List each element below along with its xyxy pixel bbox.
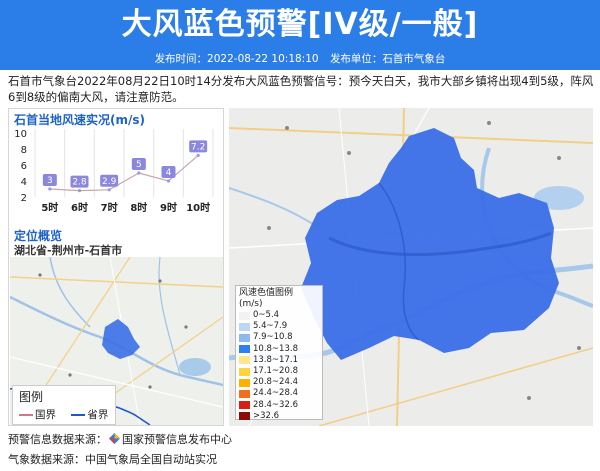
- color-legend-item: 13.8~17.1: [239, 355, 319, 366]
- color-legend-label: 17.1~20.8: [253, 366, 298, 377]
- color-legend-swatch: [239, 378, 250, 387]
- color-legend-swatch: [239, 412, 250, 421]
- color-legend-label: 13.8~17.1: [253, 354, 298, 365]
- location-path: 湖北省-荆州市-石首市: [14, 244, 123, 257]
- color-legend-label: 7.9~10.8: [253, 332, 293, 343]
- color-legend-item: 0~5.4: [239, 310, 319, 321]
- color-legend-item: 20.8~24.4: [239, 377, 319, 388]
- color-legend-label: 10.8~13.8: [253, 343, 298, 354]
- x-tick-label: 9时: [160, 201, 177, 214]
- color-legend-label: 24.4~28.4: [253, 388, 298, 399]
- x-tick-label: 10时: [186, 201, 210, 214]
- data-label: 2.8: [72, 178, 87, 188]
- color-legend-item: 24.4~28.4: [239, 388, 319, 399]
- y-tick-label: 10: [14, 129, 27, 140]
- warning-banner: 大风蓝色预警[IV级/一般] 发布时间：2022-08-22 10:18:10 …: [0, 0, 600, 70]
- y-tick-label: 2: [21, 193, 27, 204]
- y-tick-label: 8: [21, 145, 27, 156]
- wind-data-point: [77, 189, 82, 193]
- color-legend-label: 20.8~24.4: [253, 377, 298, 388]
- wind-data-point: [196, 153, 200, 157]
- color-legend-label: >32.6: [253, 410, 280, 421]
- color-legend-label: 0~5.4: [253, 310, 280, 320]
- color-legend-swatch: [239, 345, 250, 354]
- color-legend-item: 7.9~10.8: [239, 332, 319, 343]
- warning-description: 石首市气象台2022年08月22日10时14分发布大风蓝色预警信号：预今天白天，…: [8, 74, 594, 104]
- data-label: 2.9: [102, 177, 117, 187]
- warning-source-label: 预警信息数据来源：: [8, 433, 107, 446]
- publisher: 发布单位：石首市气象台: [329, 53, 446, 65]
- color-legend-swatch: [239, 322, 250, 331]
- wind-chart-title: 石首当地风速实况(m/s): [14, 113, 145, 127]
- country-border-label: 国界: [35, 409, 56, 421]
- left-panel: 石首当地风速实况(m/s) 2 4 6 8 10 3 5时 2.8 6时 2.9 7时 5 8时 4 9时 7…: [8, 108, 224, 426]
- color-legend-swatch: [239, 311, 250, 320]
- color-legend-swatch: [239, 401, 250, 410]
- color-legend-title: 风速色值图例 (m/s): [239, 288, 294, 309]
- map-legend-box: 图例 国界 省界: [12, 385, 116, 425]
- color-legend-swatch: [239, 390, 250, 399]
- color-legend-label: 5.4~7.9: [253, 321, 288, 332]
- color-legend-item: >32.6: [239, 411, 319, 422]
- y-tick-label: 6: [21, 161, 27, 172]
- warning-source-org[interactable]: 国家预警信息发布中心: [122, 433, 232, 446]
- wind-data-point: [48, 187, 52, 191]
- x-tick-label: 6时: [71, 201, 88, 214]
- data-label: 4: [166, 168, 172, 178]
- legend-borders: 国界 省界: [19, 407, 109, 422]
- color-legend-item: 17.1~20.8: [239, 366, 319, 377]
- y-tick-label: 4: [21, 177, 27, 188]
- data-label: 3: [47, 176, 53, 186]
- wind-speed-chart: 2 4 6 8 10 3 5时 2.8 6时 2.9 7时 5 8时 4 9时 7.2 10时: [14, 129, 214, 214]
- color-legend-swatch: [239, 367, 250, 376]
- province-border-swatch: [71, 414, 86, 416]
- wind-data-point: [137, 171, 141, 175]
- x-tick-label: 5时: [41, 201, 58, 214]
- color-legend-item: 10.8~13.8: [239, 344, 319, 355]
- color-legend-items: 0~5.4 5.4~7.9 7.9~10.8 10.8~13.8 13.8~17.1 17…: [239, 310, 319, 422]
- data-label: 7.2: [191, 142, 205, 152]
- color-legend-item: 5.4~7.9: [239, 321, 319, 332]
- color-legend-swatch: [239, 356, 250, 365]
- wind-data-point: [107, 188, 111, 192]
- publish-time: 发布时间：2022-08-22 10:18:10: [154, 53, 319, 65]
- warning-meta: 发布时间：2022-08-22 10:18:10 发布单位：石首市气象台: [0, 51, 600, 67]
- wind-color-legend: 风速色值图例 (m/s) 0~5.4 5.4~7.9 7.9~10.8 10.8~13…: [235, 285, 323, 422]
- color-legend-label: 28.4~32.6: [253, 399, 298, 410]
- nwsc-logo-icon: [109, 433, 120, 444]
- country-border-swatch: [19, 414, 33, 416]
- x-tick-label: 8时: [130, 201, 147, 214]
- wind-data-point: [166, 179, 171, 183]
- warning-source-line: 预警信息数据来源： 国家预警信息发布中心: [8, 433, 232, 447]
- x-tick-label: 7时: [101, 201, 118, 214]
- color-legend-swatch: [239, 334, 250, 342]
- data-label: 5: [136, 160, 142, 170]
- weather-source-line: 气象数据来源：中国气象局全国自动站实况: [8, 453, 217, 466]
- warning-title: 大风蓝色预警[IV级/一般]: [121, 7, 479, 42]
- color-legend-item: 28.4~32.6: [239, 400, 319, 411]
- legend-title: 图例: [19, 390, 44, 404]
- province-border-label: 省界: [87, 409, 109, 421]
